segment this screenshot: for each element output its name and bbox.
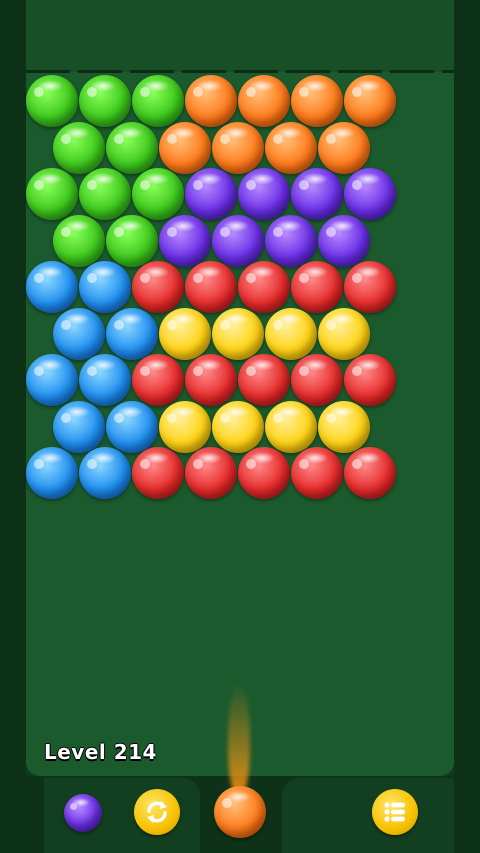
- level-label: Level 214: [44, 740, 157, 764]
- blue-bubble: [79, 447, 131, 499]
- yellow-bubble: [317, 307, 370, 360]
- yellow-bubble: [211, 307, 264, 360]
- blue-bubble: [79, 261, 131, 313]
- orange-bubble: [211, 121, 264, 174]
- red-bubble: [344, 261, 396, 313]
- orange-bubble: [291, 75, 343, 127]
- green-bubble: [105, 121, 158, 174]
- green-bubble: [132, 168, 184, 220]
- red-bubble: [344, 354, 396, 406]
- blue-bubble: [105, 307, 158, 360]
- purple-bubble: [264, 214, 317, 267]
- next-bubble[interactable]: [64, 794, 102, 832]
- blue-bubble: [52, 400, 105, 453]
- green-bubble: [52, 214, 105, 267]
- red-bubble: [132, 447, 184, 499]
- red-bubble: [344, 447, 396, 499]
- red-bubble: [291, 354, 343, 406]
- green-bubble: [132, 75, 184, 127]
- purple-bubble: [291, 168, 343, 220]
- red-bubble: [132, 261, 184, 313]
- blue-bubble: [105, 400, 158, 453]
- blue-bubble: [52, 307, 105, 360]
- green-bubble: [26, 168, 78, 220]
- yellow-bubble: [211, 400, 264, 453]
- orange-bubble: [264, 121, 317, 174]
- yellow-bubble: [264, 400, 317, 453]
- blue-bubble: [79, 354, 131, 406]
- purple-bubble: [158, 214, 211, 267]
- green-bubble: [79, 75, 131, 127]
- orange-bubble: [344, 75, 396, 127]
- list-menu-icon: [384, 802, 405, 822]
- red-bubble: [185, 447, 237, 499]
- blue-bubble: [26, 261, 78, 313]
- red-bubble: [291, 447, 343, 499]
- blue-bubble: [26, 354, 78, 406]
- red-bubble: [238, 261, 290, 313]
- purple-bubble: [185, 168, 237, 220]
- red-bubble: [185, 261, 237, 313]
- red-bubble: [238, 354, 290, 406]
- orange-bubble: [238, 75, 290, 127]
- purple-bubble: [211, 214, 264, 267]
- green-bubble: [105, 214, 158, 267]
- red-bubble: [185, 354, 237, 406]
- orange-bubble: [158, 121, 211, 174]
- yellow-bubble: [158, 307, 211, 360]
- swap-bubble-button[interactable]: [134, 789, 180, 835]
- yellow-bubble: [317, 400, 370, 453]
- red-bubble: [291, 261, 343, 313]
- purple-bubble: [317, 214, 370, 267]
- red-bubble: [132, 354, 184, 406]
- menu-button[interactable]: [372, 789, 418, 835]
- aim-glow: [228, 682, 250, 794]
- purple-bubble: [344, 168, 396, 220]
- shooter-bubble[interactable]: [214, 786, 266, 838]
- orange-bubble: [185, 75, 237, 127]
- bottom-right-panel: [282, 778, 454, 853]
- blue-bubble: [26, 447, 78, 499]
- purple-bubble: [238, 168, 290, 220]
- swap-arrows-icon: [147, 801, 167, 823]
- red-bubble: [238, 447, 290, 499]
- green-bubble: [79, 168, 131, 220]
- green-bubble: [52, 121, 105, 174]
- orange-bubble: [317, 121, 370, 174]
- yellow-bubble: [264, 307, 317, 360]
- yellow-bubble: [158, 400, 211, 453]
- green-bubble: [26, 75, 78, 127]
